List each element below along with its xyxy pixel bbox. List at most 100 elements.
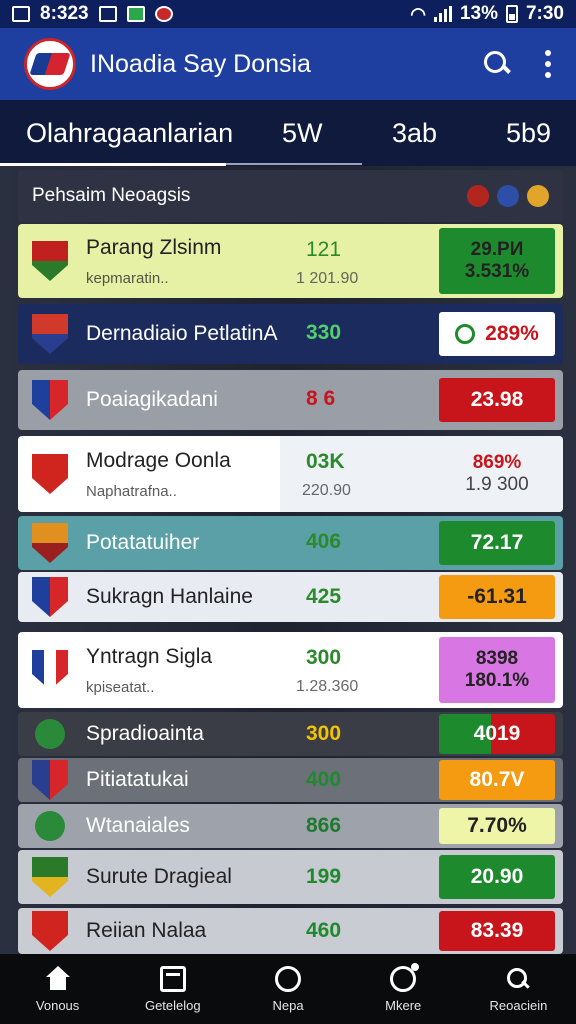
percent-badge: 20.90 (439, 855, 555, 899)
team-value: 300 (306, 722, 342, 745)
team-value: 8 6 (306, 387, 336, 410)
team-subtitle: Naphatrafna.. (86, 482, 177, 500)
trend-icon (455, 324, 476, 344)
list-item[interactable]: Wtanaiales 866 7.70% (18, 804, 563, 848)
nav-live[interactable]: Nepa (230, 954, 345, 1024)
percent-badge: 869% 1.9 300 (465, 452, 529, 495)
team-icon (154, 6, 173, 22)
gallery-icon (12, 6, 30, 22)
search-icon (505, 966, 531, 992)
team-name: Reiian Nalaa (86, 919, 207, 942)
team-name: Poaiagikadani (86, 388, 218, 411)
team-name: Surute Dragieal (86, 865, 232, 888)
team-name: Yntragn Sigla (86, 644, 213, 668)
team-value: 400 (306, 768, 342, 791)
list-item[interactable]: Pitiatatukai 400 80.7V (18, 758, 563, 802)
circle-icon (275, 965, 301, 992)
team-value: 121 (306, 238, 342, 261)
percent-badge: 8398 180.1% (439, 637, 555, 703)
list-item[interactable]: Parang Zlsinm kepmaratin.. 121 1 201.90 … (18, 224, 563, 298)
list-item[interactable]: Reiian Nalaa 460 83.39 (18, 908, 563, 954)
tab-divider (226, 163, 362, 165)
more-options-icon[interactable] (544, 50, 552, 78)
club-crest-icon (30, 650, 70, 690)
tab-olahraga[interactable]: Olahragaanlarian (0, 100, 233, 166)
list-item[interactable]: Modrage Oonla Naphatrafna.. 03K 220.90 8… (18, 436, 563, 512)
percent-badge: 80.7V (439, 760, 555, 800)
notification-icon (98, 6, 117, 22)
nav-search[interactable]: Reoaciein (461, 954, 576, 1024)
standings-list: Pehsaim Neoagsis Parang Zlsinm kepmarati… (0, 166, 576, 954)
battery-percent: 13% (459, 3, 498, 24)
team-value: 866 (306, 814, 342, 837)
battery-icon (505, 5, 518, 23)
percent-badge: 289% (439, 312, 555, 356)
bottom-nav: Vonous Getelelog Nepa Mkere Reoaciein (0, 954, 576, 1024)
section-title: Pehsaim Neoagsis (32, 185, 191, 206)
status-time-left: 8:323 (40, 3, 89, 24)
club-crest-icon (30, 857, 70, 897)
list-item[interactable]: Potatatuiher 406 72.17 (18, 516, 563, 570)
list-item[interactable]: Yntragn Sigla kpiseatat.. 300 1.28.360 8… (18, 632, 563, 708)
club-crest-icon (30, 760, 70, 800)
team-value: 03K (306, 450, 345, 473)
percent-badge: 7.70% (439, 808, 555, 844)
team-value: 406 (306, 530, 342, 553)
team-value: 330 (306, 321, 342, 344)
league-icon[interactable] (497, 185, 519, 207)
team-name: Potatatuiher (86, 531, 200, 554)
team-name: Pitiatatukai (86, 768, 189, 791)
app-bar: INoadia Say Donsia (0, 28, 576, 100)
ball-icon[interactable] (527, 185, 549, 207)
club-crest-icon (30, 380, 70, 420)
percent-badge: 83.39 (439, 911, 555, 951)
team-name: Wtanaiales (86, 814, 190, 837)
team-value: 460 (306, 919, 342, 942)
club-crest-icon (30, 911, 70, 951)
team-value-secondary: 1.28.360 (296, 678, 359, 695)
list-item[interactable]: Dernadiaio PetlatinA 330 289% (18, 304, 563, 364)
list-item[interactable]: Sukragn Hanlaine 425 -61.31 (18, 572, 563, 622)
team-name: Sukragn Hanlaine (86, 585, 253, 608)
calendar-icon (159, 965, 186, 992)
team-value: 199 (306, 865, 342, 888)
list-item[interactable]: Spradioainta 300 4019 (18, 712, 563, 756)
nav-schedule[interactable]: Getelelog (115, 954, 230, 1024)
app-title: INoadia Say Donsia (90, 49, 311, 78)
search-icon[interactable] (482, 49, 512, 79)
app-icon (126, 6, 145, 22)
status-time-right: 7:30 (525, 3, 564, 24)
club-crest-icon (30, 577, 70, 617)
team-subtitle: kpiseatat.. (86, 678, 155, 696)
club-crest-icon (30, 806, 70, 846)
team-value-secondary: 1 201.90 (296, 270, 359, 287)
percent-badge: -61.31 (439, 575, 555, 619)
tab-bar: Olahragaanlarian 5Ԝ 3ab 5b9 (0, 100, 576, 166)
nav-home[interactable]: Vonous (0, 954, 115, 1024)
nav-more[interactable]: Mkere (346, 954, 461, 1024)
club-crest-icon (30, 454, 70, 494)
tab-4[interactable]: 5b9 (506, 100, 551, 166)
team-name: Spradioainta (86, 722, 204, 745)
wifi-icon: ◠ (410, 3, 426, 24)
team-name: Dernadiaio PetlatinA (86, 322, 278, 345)
status-bar: 8:323 ◠ 13% 7:30 (0, 0, 576, 28)
app-logo (24, 38, 76, 90)
home-icon (45, 965, 71, 992)
signal-icon (433, 6, 452, 22)
percent-badge: 29.PИ 3.531% (439, 228, 555, 294)
tab-2[interactable]: 5Ԝ (282, 100, 323, 166)
percent-badge: 23.98 (439, 378, 555, 422)
team-name: Parang Zlsinm (86, 235, 222, 259)
percent-badge: 72.17 (439, 521, 555, 565)
team-name: Modrage Oonla (86, 448, 231, 472)
team-subtitle: kepmaratin.. (86, 269, 169, 287)
tab-3[interactable]: 3ab (392, 100, 437, 166)
ball-icon (390, 962, 420, 992)
trophy-icon[interactable] (467, 185, 489, 207)
club-crest-icon (30, 314, 70, 354)
team-value: 425 (306, 585, 342, 608)
list-item[interactable]: Poaiagikadani 8 6 23.98 (18, 370, 563, 430)
list-item[interactable]: Surute Dragieal 199 20.90 (18, 850, 563, 904)
section-header: Pehsaim Neoagsis (18, 170, 563, 222)
